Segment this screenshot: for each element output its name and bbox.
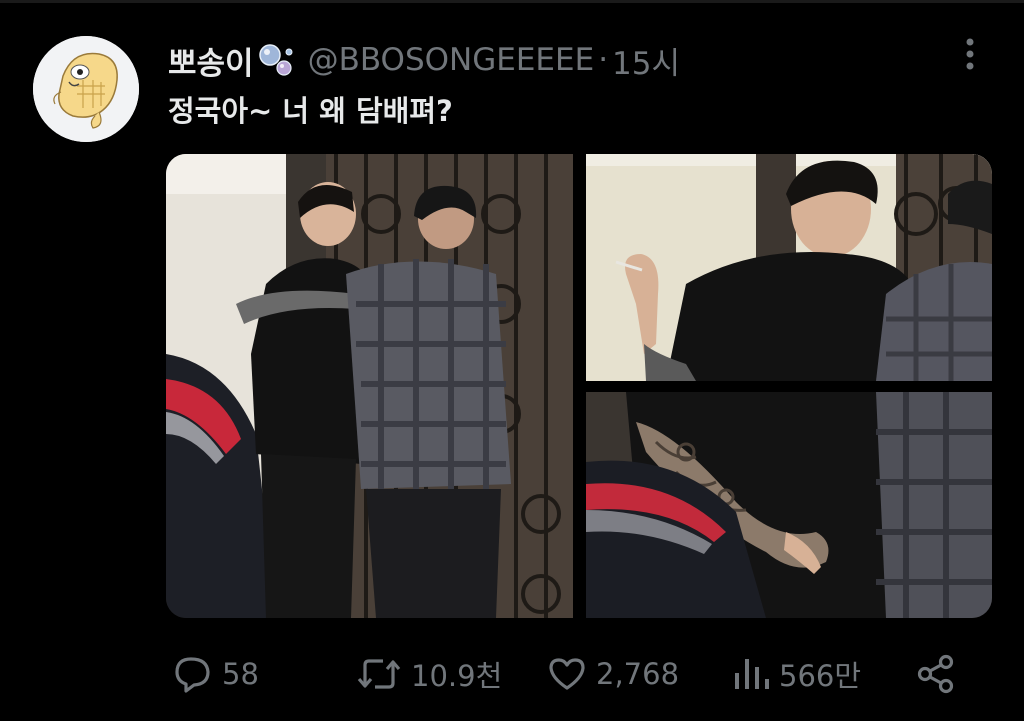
like-count: 2,768 — [596, 657, 680, 691]
tweet[interactable]: 뽀송이 @BBOSONGEEEEE · 15시 정국아~ 너 왜 담배펴? 58… — [0, 0, 1024, 721]
reply-button[interactable]: 58 — [172, 646, 259, 702]
repost-icon — [357, 659, 401, 689]
heart-icon — [549, 658, 585, 690]
media-grid — [166, 154, 992, 618]
repost-count: 10.9천 — [411, 659, 503, 693]
avatar[interactable] — [33, 36, 139, 142]
photo-1[interactable] — [166, 154, 573, 618]
avatar-image — [33, 36, 139, 142]
share-icon — [917, 654, 954, 694]
view-count: 566만 — [779, 659, 862, 693]
timestamp[interactable]: 15시 — [612, 38, 680, 83]
separator-dot: · — [598, 42, 609, 78]
tweet-header: 뽀송이 @BBOSONGEEEEE · 15시 — [168, 38, 680, 82]
tweet-text: 정국아~ 너 왜 담배펴? — [168, 94, 453, 128]
display-name[interactable]: 뽀송이 — [168, 38, 254, 83]
photo-3[interactable] — [586, 392, 992, 618]
top-divider — [0, 0, 1024, 3]
bubbles-icon — [258, 42, 294, 78]
share-button[interactable] — [914, 646, 958, 702]
user-handle[interactable]: @BBOSONGEEEEE — [308, 42, 595, 78]
views-icon — [735, 659, 769, 689]
photo-2[interactable] — [586, 154, 992, 381]
views-button[interactable]: 566만 — [731, 646, 861, 702]
like-button[interactable]: 2,768 — [546, 646, 679, 702]
reply-count: 58 — [222, 657, 259, 691]
more-button[interactable] — [955, 36, 985, 72]
reply-icon — [175, 657, 210, 693]
more-vertical-icon — [966, 38, 974, 70]
repost-button[interactable]: 10.9천 — [355, 646, 502, 702]
action-bar: 58 10.9천 2,768 566만 — [0, 646, 1024, 702]
